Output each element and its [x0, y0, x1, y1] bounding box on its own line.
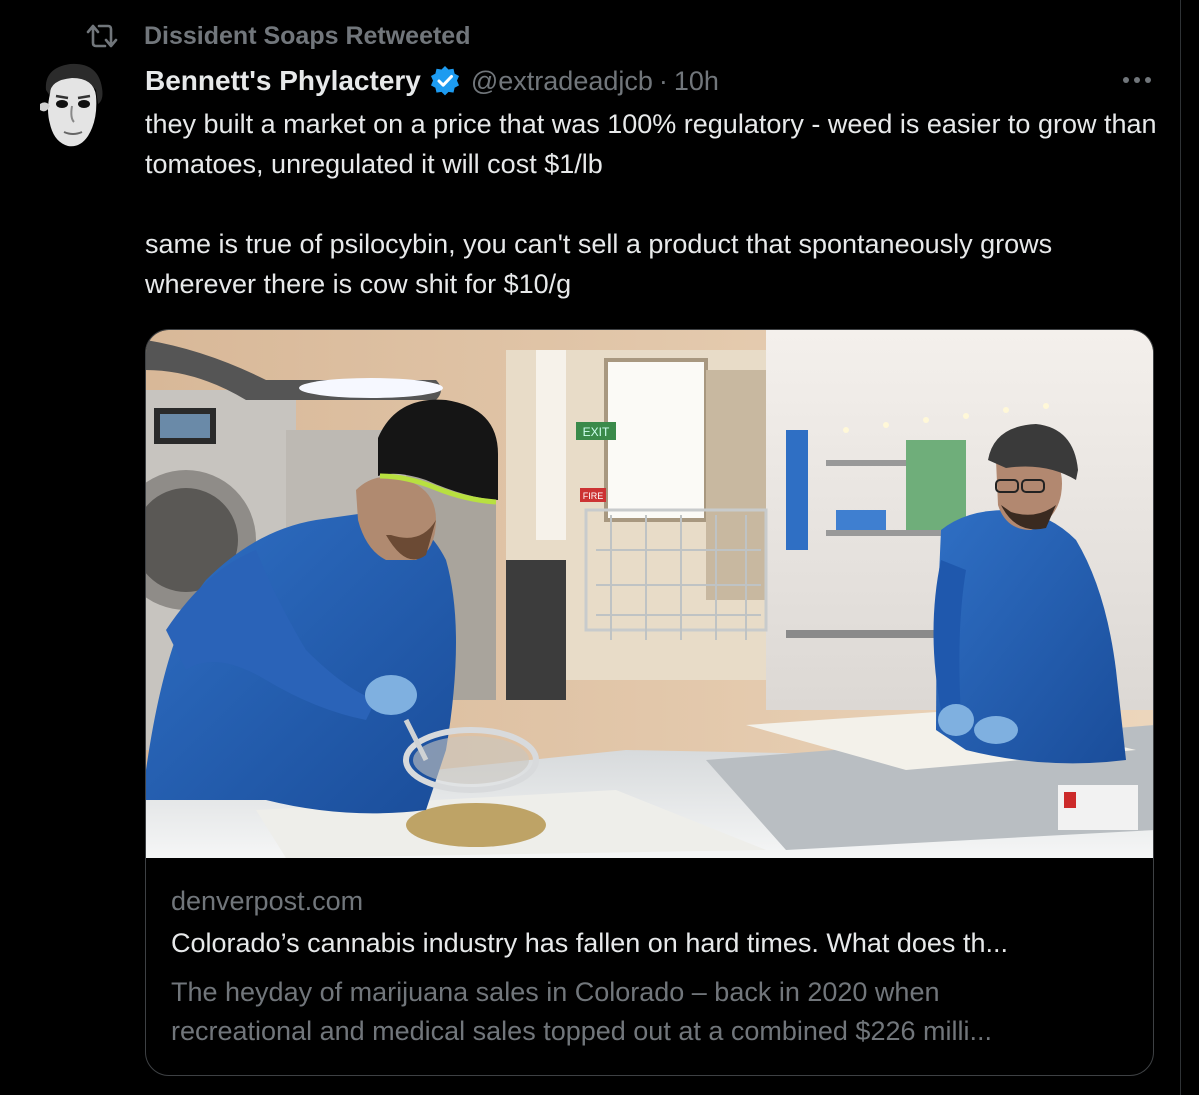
card-description-line-2: recreational and medical sales topped ou…	[171, 1016, 992, 1046]
card-description-line-1: The heyday of marijuana sales in Colorad…	[171, 977, 940, 1007]
exit-sign-text: EXIT	[583, 425, 610, 439]
retweet-label: Dissident Soaps Retweeted	[144, 21, 471, 50]
tweet-paragraph-1: they built a market on a price that was …	[145, 109, 1157, 179]
fire-sign-text: FIRE	[583, 491, 604, 501]
retweet-icon	[86, 20, 120, 52]
author-display-name[interactable]: Bennett's Phylactery	[145, 65, 421, 97]
tweet-body: they built a market on a price that was …	[145, 104, 1165, 304]
header-separator: ·	[658, 65, 668, 96]
avatar[interactable]	[32, 60, 112, 152]
tweet-timestamp[interactable]: 10h	[674, 66, 719, 97]
retweet-context[interactable]: Dissident Soaps Retweeted	[86, 20, 470, 52]
link-preview-card[interactable]: EXIT FIRE denverpost.com Colorado’s cann…	[145, 329, 1154, 1076]
author-handle[interactable]: @extradeadjcb	[471, 66, 653, 97]
card-domain: denverpost.com	[171, 886, 364, 916]
more-options-icon[interactable]	[1121, 66, 1153, 94]
verified-badge-icon[interactable]	[429, 65, 461, 97]
card-title[interactable]: Colorado’s cannabis industry has fallen …	[171, 928, 1131, 959]
tweet-header: Bennett's Phylactery @extradeadjcb · 10h	[145, 60, 719, 102]
card-description: The heyday of marijuana sales in Colorad…	[171, 973, 1131, 1051]
tweet-paragraph-2: same is true of psilocybin, you can't se…	[145, 229, 1053, 299]
lab-workers-photo[interactable]: EXIT FIRE	[146, 330, 1153, 858]
timeline-column-border	[1180, 0, 1181, 1095]
